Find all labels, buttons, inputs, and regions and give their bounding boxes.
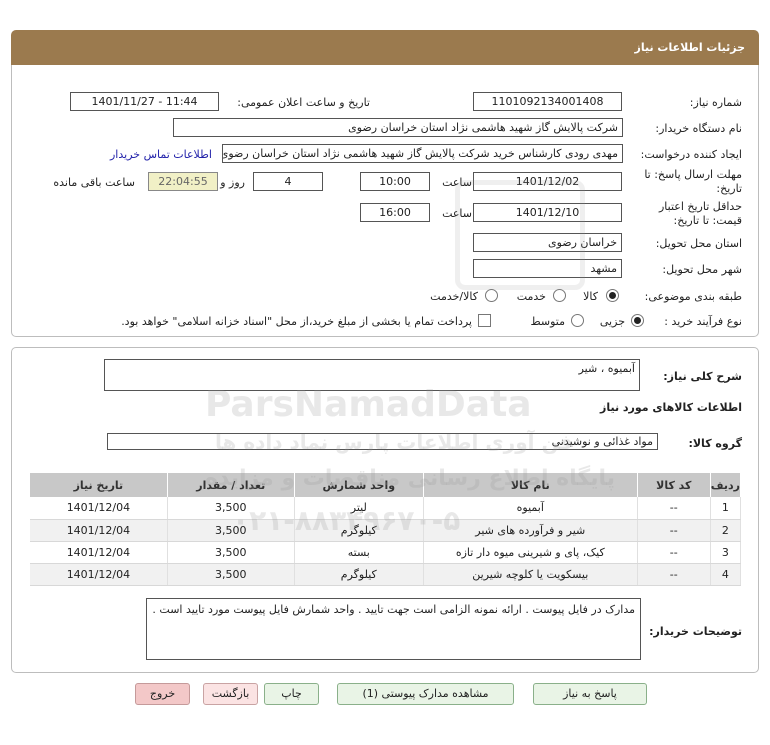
col-header-item-name: نام کالا <box>423 473 638 497</box>
cell-item-code: -- <box>637 563 711 586</box>
category-goods-service-label: کالا/خدمت <box>430 290 478 303</box>
category-goods-radio[interactable] <box>606 289 619 302</box>
validity-label: حداقل تاریخ اعتبار <box>658 200 742 213</box>
validity-date-field: 1401/12/10 <box>473 203 622 222</box>
cell-row-number: 2 <box>710 519 742 542</box>
exit-button[interactable]: خروج <box>135 683 190 705</box>
cell-row-number: 4 <box>710 563 742 586</box>
contact-info-link[interactable]: اطلاعات تماس خریدار <box>110 148 212 161</box>
process-minor-radio[interactable] <box>631 314 644 327</box>
cell-unit: لیتر <box>294 497 424 520</box>
description-label: شرح کلی نیاز: <box>663 370 742 383</box>
goods-group-field: مواد غذائی و نوشیدنی <box>107 433 658 450</box>
table-row: 4 -- بیسکویت یا کلوچه شیرین کیلوگرم 3,50… <box>30 563 742 586</box>
cell-row-number: 1 <box>710 497 742 520</box>
validity-time-label: ساعت <box>442 207 472 220</box>
cell-quantity: 3,500 <box>167 497 295 520</box>
buyer-notes-label: توضیحات خریدار: <box>649 625 742 638</box>
cell-item-code: -- <box>637 519 711 542</box>
print-button[interactable]: چاپ <box>264 683 319 705</box>
creator-label: ایجاد کننده درخواست: <box>640 148 742 161</box>
table-row: 2 -- شیر و فرآورده های شیر کیلوگرم 3,500… <box>30 519 742 542</box>
province-field: خراسان رضوی <box>473 233 622 252</box>
process-minor-label: جزیی <box>599 315 625 328</box>
reply-deadline-label: مهلت ارسال پاسخ: تا <box>644 168 742 181</box>
category-goods-service-radio[interactable] <box>485 289 498 302</box>
remaining-time-label: ساعت باقی مانده <box>53 176 135 189</box>
cell-item-name: کیک، پای و شیرینی میوه دار تازه <box>423 541 638 564</box>
cell-unit: کیلوگرم <box>294 563 424 586</box>
category-goods-label: کالا <box>583 290 598 303</box>
col-header-unit: واحد شمارش <box>294 473 424 497</box>
creator-field: مهدی رودی کارشناس خرید شرکت پالایش گاز ش… <box>222 144 623 163</box>
cell-need-date: 1401/12/04 <box>30 541 168 564</box>
cell-row-number: 3 <box>710 541 742 564</box>
col-header-quantity: تعداد / مقدار <box>167 473 295 497</box>
buyer-org-label: نام دستگاه خریدار: <box>655 122 742 135</box>
table-row: 3 -- کیک، پای و شیرینی میوه دار تازه بست… <box>30 541 742 564</box>
announce-label: تاریخ و ساعت اعلان عمومی: <box>237 96 370 109</box>
reply-deadline-label-2: تاریخ: <box>716 182 742 195</box>
reply-button[interactable]: پاسخ به نیاز <box>533 683 647 705</box>
cell-need-date: 1401/12/04 <box>30 563 168 586</box>
cell-need-date: 1401/12/04 <box>30 519 168 542</box>
description-field: آبمیوه ، شیر <box>104 359 640 391</box>
reply-date-field: 1401/12/02 <box>473 172 622 191</box>
back-button[interactable]: بازگشت <box>203 683 258 705</box>
category-service-label: خدمت <box>516 290 546 303</box>
validity-time-field: 16:00 <box>360 203 430 222</box>
goods-table: ردیف کد کالا نام کالا واحد شمارش تعداد /… <box>30 473 742 586</box>
cell-quantity: 3,500 <box>167 563 295 586</box>
col-header-row-number: ردیف <box>710 473 742 497</box>
province-label: استان محل تحویل: <box>655 237 742 250</box>
reply-time-field: 10:00 <box>360 172 430 191</box>
city-field: مشهد <box>473 259 622 278</box>
city-label: شهر محل تحویل: <box>662 263 742 276</box>
remaining-days-field: 4 <box>253 172 323 191</box>
cell-unit: کیلوگرم <box>294 519 424 542</box>
payment-note: پرداخت تمام یا بخشی از مبلغ خرید،از محل … <box>121 315 472 328</box>
page-title: جزئیات اطلاعات نیاز <box>634 41 746 54</box>
table-row: 1 -- آبمیوه لیتر 3,500 1401/12/04 <box>30 497 742 520</box>
col-header-need-date: تاریخ نیاز <box>30 473 168 497</box>
category-label: طبقه بندی موضوعی: <box>644 290 742 303</box>
announce-datetime-field: 1401/11/27 - 11:44 <box>70 92 219 111</box>
process-medium-label: متوسط <box>530 315 565 328</box>
page-header: جزئیات اطلاعات نیاز <box>11 30 759 65</box>
reply-time-label: ساعت <box>442 176 472 189</box>
cell-item-code: -- <box>637 497 711 520</box>
cell-item-name: بیسکویت یا کلوچه شیرین <box>423 563 638 586</box>
treasury-payment-checkbox[interactable] <box>478 314 491 327</box>
view-attachments-button[interactable]: مشاهده مدارک پیوستی (1) <box>337 683 514 705</box>
goods-group-label: گروه کالا: <box>688 437 742 450</box>
cell-item-name: آبمیوه <box>423 497 638 520</box>
cell-item-code: -- <box>637 541 711 564</box>
category-service-radio[interactable] <box>553 289 566 302</box>
buyer-notes-field: مدارک در فایل پیوست . ارائه نمونه الزامی… <box>146 598 641 660</box>
remaining-time-field: 22:04:55 <box>148 172 218 191</box>
col-header-item-code: کد کالا <box>637 473 711 497</box>
cell-need-date: 1401/12/04 <box>30 497 168 520</box>
validity-label-2: قیمت: تا تاریخ: <box>673 214 742 227</box>
cell-unit: بسته <box>294 541 424 564</box>
cell-quantity: 3,500 <box>167 519 295 542</box>
table-header-row: ردیف کد کالا نام کالا واحد شمارش تعداد /… <box>30 473 742 497</box>
need-number-label: شماره نیاز: <box>689 96 742 109</box>
cell-item-name: شیر و فرآورده های شیر <box>423 519 638 542</box>
days-label: روز و <box>220 176 245 189</box>
cell-quantity: 3,500 <box>167 541 295 564</box>
process-medium-radio[interactable] <box>571 314 584 327</box>
buyer-org-field: شرکت پالایش گاز شهید هاشمی نژاد استان خر… <box>173 118 623 137</box>
process-label: نوع فرآیند خرید : <box>664 315 742 328</box>
goods-info-title: اطلاعات کالاهای مورد نیاز <box>600 401 742 414</box>
need-number-field: 1101092134001408 <box>473 92 622 111</box>
